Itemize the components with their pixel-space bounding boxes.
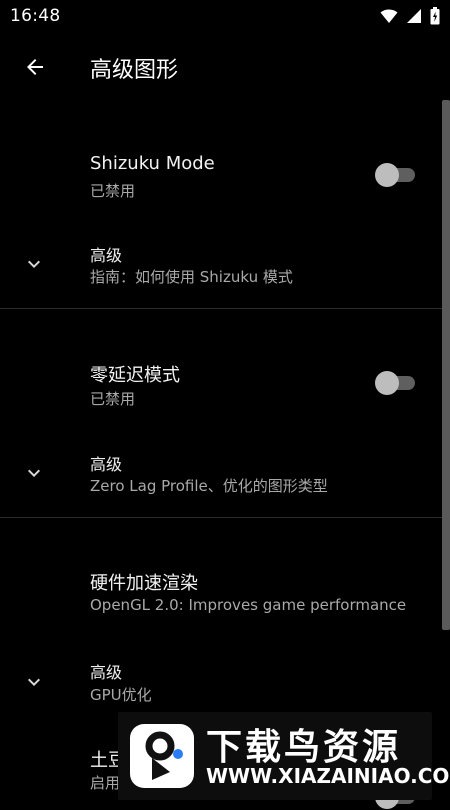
toggle-thumb [375,163,399,187]
scrollbar[interactable] [442,100,450,630]
divider [0,517,442,518]
toggle-thumb [375,371,399,395]
status-icons [380,6,440,26]
hardware-advanced-row[interactable]: 高级 GPU优化 [0,650,442,716]
hardware-advanced-subtitle: GPU优化 [90,686,152,704]
watermark-banner: 下载鸟资源 WWW.XIAZAINIAO.COM [118,712,450,800]
zero-lag-advanced-label: 高级 [90,455,123,474]
page-title: 高级图形 [90,58,179,83]
shizuku-advanced-row[interactable]: 高级 指南：如何使用 Shizuku 模式 [0,232,442,302]
hardware-rendering-row[interactable]: 硬件加速渲染 OpenGL 2.0: Improves game perform… [0,558,442,628]
wifi-icon [380,9,398,23]
chevron-down-icon [28,469,40,477]
zero-lag-mode-title: 零延迟模式 [90,365,180,386]
divider [0,308,442,309]
signal-icon [407,9,421,23]
arrow-back-icon [27,59,43,75]
zero-lag-mode-status: 已禁用 [90,390,136,408]
status-bar: 16:48 [0,0,450,32]
shizuku-mode-row[interactable]: Shizuku Mode 已禁用 [0,140,442,210]
potato-mode-status: 启用 [90,774,121,792]
shizuku-advanced-label: 高级 [90,246,123,265]
hardware-advanced-label: 高级 [90,663,123,682]
hardware-rendering-title: 硬件加速渲染 [90,573,198,594]
shizuku-mode-title: Shizuku Mode [90,153,215,174]
watermark-url: WWW.XIAZAINIAO.COM [206,764,450,788]
chevron-down-icon [28,260,40,268]
status-time: 16:48 [10,6,61,26]
shizuku-mode-status: 已禁用 [90,182,136,200]
shizuku-mode-toggle[interactable] [375,162,417,188]
app-bar: 高级图形 [0,32,450,102]
watermark-title: 下载鸟资源 [206,727,402,768]
zero-lag-mode-toggle[interactable] [375,370,417,396]
chevron-down-icon [28,678,40,686]
hardware-rendering-status: OpenGL 2.0: Improves game performance [90,596,407,614]
shizuku-advanced-subtitle: 指南：如何使用 Shizuku 模式 [90,268,293,286]
battery-icon [430,7,440,25]
bird-logo-icon [130,724,194,788]
zero-lag-mode-row[interactable]: 零延迟模式 已禁用 [0,350,442,420]
zero-lag-advanced-row[interactable]: 高级 Zero Lag Profile、优化的图形类型 [0,441,442,511]
zero-lag-advanced-subtitle: Zero Lag Profile、优化的图形类型 [90,477,328,495]
back-button[interactable] [14,46,56,88]
